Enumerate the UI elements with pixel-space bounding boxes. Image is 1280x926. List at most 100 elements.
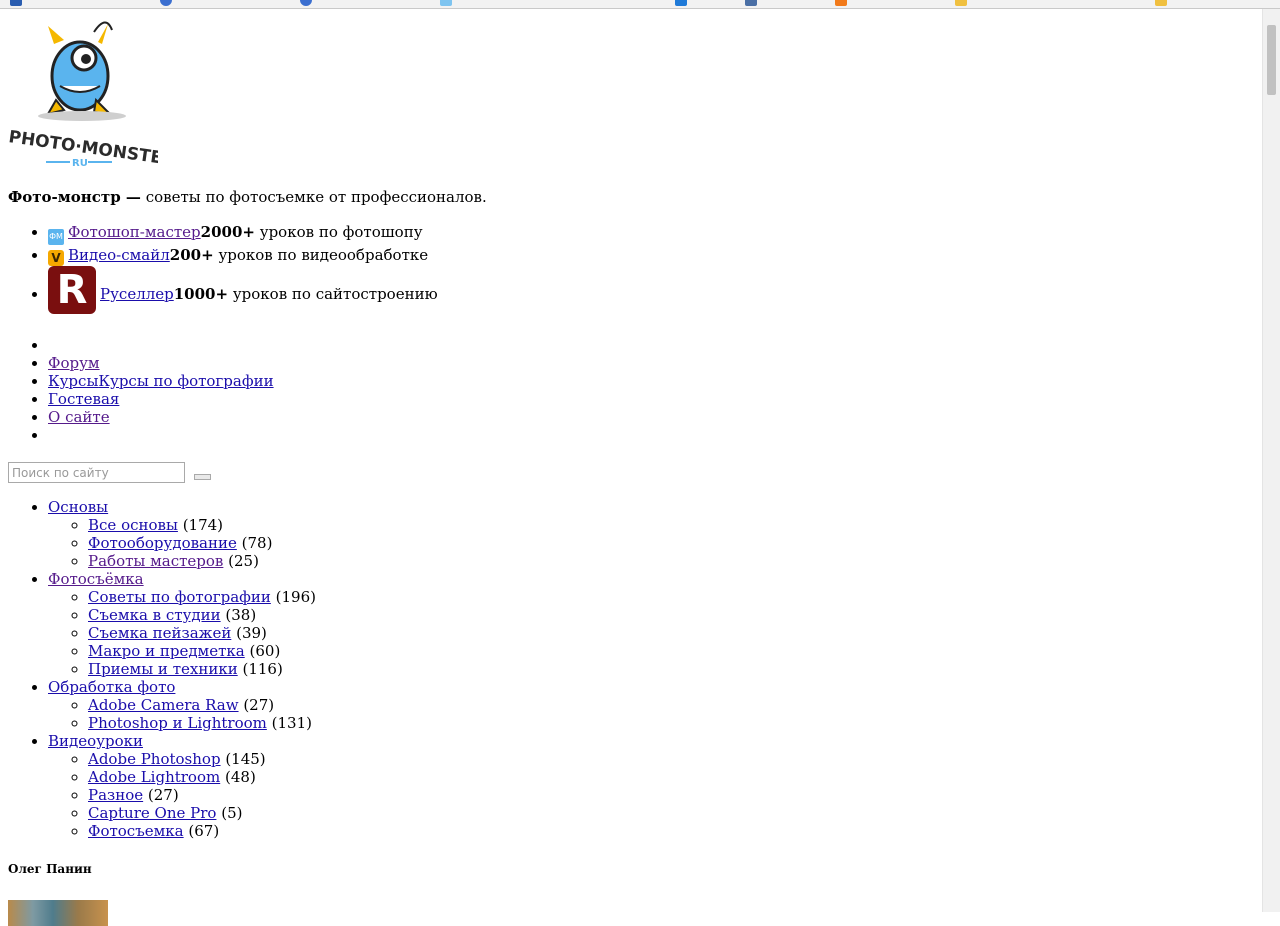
bookmark-icon[interactable] [675, 0, 687, 6]
category-link[interactable]: Обработка фото [48, 678, 175, 696]
subcategory-count: (116) [242, 660, 283, 678]
subcategory-count: (25) [228, 552, 259, 570]
subcategory-link[interactable]: Советы по фотографии [88, 588, 271, 606]
category-fotosemka: Фотосъёмка Советы по фотографии (196) Съ… [48, 570, 1248, 678]
project-item: VВидео-смайл200+ уроков по видеообработк… [48, 245, 1248, 266]
project-item: ФМФотошоп-мастер2000+ уроков по фотошопу [48, 222, 1248, 245]
project-link-ruseller[interactable]: Руселлер [100, 285, 174, 303]
subcategory-item: Съемка в студии (38) [88, 606, 1248, 624]
bookmark-icon[interactable] [160, 0, 172, 6]
site-search [8, 462, 1248, 484]
subcategory-item: Все основы (174) [88, 516, 1248, 534]
subcategory-count: (27) [147, 786, 179, 804]
courses-long-label: Курсы по фотографии [98, 372, 274, 390]
subcategory-count: (38) [225, 606, 257, 624]
video-smile-icon[interactable]: V [48, 250, 64, 266]
subcategory-link[interactable]: Макро и предметка [88, 642, 245, 660]
subcategory-link[interactable]: Разное [88, 786, 143, 804]
menu-item-forum: Форум [48, 354, 1248, 372]
subcategory-item: Приемы и техники (116) [88, 660, 1248, 678]
subcategory-count: (39) [236, 624, 267, 642]
subcategory-link[interactable]: Фотооборудование [88, 534, 237, 552]
menu-item-empty [48, 426, 1248, 444]
courses-short-label: Курсы [48, 372, 99, 390]
subcategory-list: Советы по фотографии (196) Съемка в студ… [48, 588, 1248, 678]
category-link[interactable]: Фотосъёмка [48, 570, 144, 588]
subcategory-item: Adobe Photoshop (145) [88, 750, 1248, 768]
subcategory-count: (60) [249, 642, 281, 660]
subcategory-link[interactable]: Работы мастеров [88, 552, 223, 570]
subcategory-link[interactable]: Adobe Lightroom [88, 768, 220, 786]
menu-item-about: О сайте [48, 408, 1248, 426]
subcategory-list: Все основы (174) Фотооборудование (78) Р… [48, 516, 1248, 570]
subcategory-count: (131) [271, 714, 312, 732]
subcategory-count: (78) [241, 534, 273, 552]
bookmark-icon[interactable] [955, 0, 967, 6]
menu-link-forum[interactable]: Форум [48, 354, 100, 372]
category-link[interactable]: Видеоуроки [48, 732, 143, 750]
page-content: PHOTO·MONSTER RU Фото-монстр — советы по… [8, 8, 1248, 926]
subcategory-item: Работы мастеров (25) [88, 552, 1248, 570]
scrollbar-thumb[interactable] [1267, 25, 1276, 95]
site-tagline: Фото-монстр — советы по фотосъемке от пр… [8, 188, 1248, 206]
category-link[interactable]: Основы [48, 498, 108, 516]
author-photo [8, 900, 108, 926]
subcategory-count: (67) [188, 822, 220, 840]
category-videouroki: Видеоуроки Adobe Photoshop (145) Adobe L… [48, 732, 1248, 840]
subcategory-link[interactable]: Съемка пейзажей [88, 624, 231, 642]
photo-monster-logo[interactable]: PHOTO·MONSTER RU [8, 14, 158, 174]
search-button[interactable] [193, 473, 211, 480]
subcategory-item: Фотосъемка (67) [88, 822, 1248, 840]
subcategory-link[interactable]: Adobe Photoshop [88, 750, 221, 768]
project-count: 1000+ [173, 285, 229, 303]
project-link-video-smile[interactable]: Видео-смайл [68, 246, 170, 264]
category-list: Основы Все основы (174) Фотооборудование… [8, 498, 1248, 840]
bookmark-icon[interactable] [300, 0, 312, 6]
bookmark-icon[interactable] [835, 0, 847, 6]
subcategory-link[interactable]: Все основы [88, 516, 178, 534]
subcategory-item: Adobe Lightroom (48) [88, 768, 1248, 786]
subcategory-item: Фотооборудование (78) [88, 534, 1248, 552]
project-item: RРуселлер1000+ уроков по сайтостроению [48, 266, 1248, 318]
subcategory-item: Photoshop и Lightroom (131) [88, 714, 1248, 732]
subcategory-item: Съемка пейзажей (39) [88, 624, 1248, 642]
category-osnovy: Основы Все основы (174) Фотооборудование… [48, 498, 1248, 570]
subcategory-item: Разное (27) [88, 786, 1248, 804]
subcategory-link[interactable]: Capture One Pro [88, 804, 216, 822]
menu-link-about[interactable]: О сайте [48, 408, 110, 426]
subcategory-link[interactable]: Съемка в студии [88, 606, 221, 624]
subcategory-count: (196) [275, 588, 316, 606]
bookmark-icon[interactable] [440, 0, 452, 6]
subcategory-link[interactable]: Adobe Camera Raw [88, 696, 239, 714]
project-count: 200+ [169, 246, 214, 264]
project-desc: уроков по сайтостроению [228, 285, 438, 303]
menu-item-empty [48, 336, 1248, 354]
logo-sub: RU [72, 158, 88, 169]
menu-link-guestbook[interactable]: Гостевая [48, 390, 119, 408]
subcategory-item: Советы по фотографии (196) [88, 588, 1248, 606]
subcategory-count: (27) [243, 696, 275, 714]
menu-item-guestbook: Гостевая [48, 390, 1248, 408]
project-link-fotoshop-master[interactable]: Фотошоп-мастер [68, 223, 201, 241]
subcategory-count: (174) [182, 516, 224, 534]
subcategory-item: Capture One Pro (5) [88, 804, 1248, 822]
project-desc: уроков по фотошопу [254, 223, 423, 241]
fotoshop-master-icon[interactable]: ФМ [48, 229, 64, 245]
search-input[interactable] [8, 462, 185, 483]
subcategory-link[interactable]: Приемы и техники [88, 660, 238, 678]
author-name: Олег Панин [8, 862, 92, 876]
subcategory-link[interactable]: Фотосъемка [88, 822, 184, 840]
bookmark-icon[interactable] [745, 0, 757, 6]
bookmark-icon[interactable] [10, 0, 22, 6]
ruseller-icon[interactable]: R [48, 266, 96, 314]
bookmark-icon[interactable] [1155, 0, 1167, 6]
menu-link-courses[interactable]: КурсыКурсы по фотографии [48, 372, 274, 390]
tagline-brand: Фото-монстр — [8, 188, 141, 206]
tagline-text: советы по фотосъемке от профессионалов. [140, 188, 487, 206]
page-scrollbar[interactable] [1262, 9, 1280, 912]
subcategory-list: Adobe Camera Raw (27) Photoshop и Lightr… [48, 696, 1248, 732]
category-obrabotka: Обработка фото Adobe Camera Raw (27) Pho… [48, 678, 1248, 732]
project-desc: уроков по видеообработке [213, 246, 429, 264]
menu-item-courses: КурсыКурсы по фотографии [48, 372, 1248, 390]
subcategory-link[interactable]: Photoshop и Lightroom [88, 714, 267, 732]
